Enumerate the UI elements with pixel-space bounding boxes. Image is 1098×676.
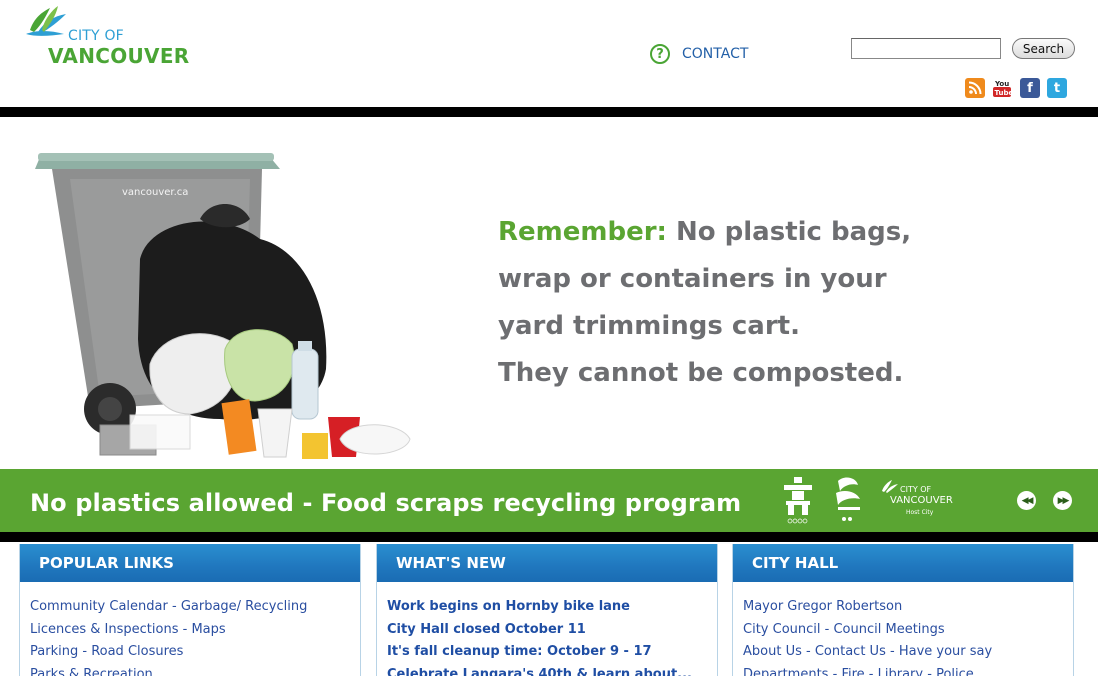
- slide-caption[interactable]: No plastics allowed - Food scraps recycl…: [30, 489, 741, 517]
- cart-and-plastics-image: vancouver.ca: [35, 153, 411, 459]
- banner-divider: [0, 532, 1098, 542]
- whats-new-heading: WHAT'S NEW: [377, 544, 717, 582]
- news-item[interactable]: Work begins on Hornby bike lane: [387, 599, 630, 614]
- link-about-us[interactable]: About Us: [743, 644, 802, 659]
- city-hall-heading: CITY HALL: [733, 544, 1073, 582]
- hero-line2: wrap or containers in your: [498, 264, 887, 294]
- link-parking[interactable]: Parking: [30, 644, 78, 659]
- link-maps[interactable]: Maps: [191, 622, 225, 637]
- link-contact-us[interactable]: Contact Us: [815, 644, 886, 659]
- link-police[interactable]: Police: [936, 667, 974, 676]
- city-of-vancouver-logo[interactable]: CITY OF VANCOUVER: [24, 4, 194, 68]
- news-item[interactable]: It's fall cleanup time: October 9 - 17: [387, 644, 652, 659]
- contact-label: CONTACT: [682, 46, 749, 62]
- host-logo-city-of: CITY OF: [900, 485, 932, 494]
- twitter-icon[interactable]: t: [1047, 78, 1067, 98]
- cart-label: vancouver.ca: [122, 187, 188, 198]
- link-road-closures[interactable]: Road Closures: [91, 644, 183, 659]
- paralympic-logo-icon: [836, 477, 860, 521]
- link-fire[interactable]: Fire: [841, 667, 864, 676]
- logo-vancouver-text: VANCOUVER: [48, 44, 190, 68]
- link-council-meetings[interactable]: Council Meetings: [833, 622, 944, 637]
- contact-help-icon: ?: [650, 44, 670, 64]
- link-departments[interactable]: Departments: [743, 667, 828, 676]
- facebook-icon[interactable]: f: [1020, 78, 1040, 98]
- youtube-icon[interactable]: You Tube: [992, 78, 1012, 98]
- hero-line4: They cannot be composted.: [498, 358, 904, 388]
- next-slide-button[interactable]: ▶▶: [1053, 491, 1072, 510]
- hero-accent: Remember:: [498, 217, 667, 247]
- rss-icon[interactable]: [965, 78, 985, 98]
- search-input[interactable]: [851, 38, 1001, 59]
- contact-link[interactable]: ? CONTACT: [650, 44, 748, 64]
- link-city-council[interactable]: City Council: [743, 622, 821, 637]
- hero-line1: No plastic bags,: [666, 217, 912, 247]
- search-button[interactable]: Search: [1012, 38, 1075, 59]
- news-item[interactable]: Celebrate Langara's 40th & learn about..…: [387, 667, 692, 676]
- link-have-your-say[interactable]: Have your say: [899, 644, 992, 659]
- link-parks-recreation[interactable]: Parks & Recreation: [30, 667, 153, 676]
- link-licences-inspections[interactable]: Licences & Inspections: [30, 622, 178, 637]
- popular-links-heading: POPULAR LINKS: [20, 544, 360, 582]
- hero-line3: yard trimmings cart.: [498, 311, 800, 341]
- link-garbage-recycling[interactable]: Garbage/ Recycling: [181, 599, 308, 614]
- prev-icon: ◀◀: [1021, 495, 1034, 506]
- leaf-mini-icon: [882, 480, 898, 493]
- city-hall-panel: CITY HALL Mayor Gregor Robertson City Co…: [732, 544, 1074, 676]
- svg-text:Tube: Tube: [995, 89, 1013, 97]
- header-divider: [0, 107, 1098, 117]
- city-of-vancouver-host-logo: CITY OF VANCOUVER Host City: [880, 479, 960, 523]
- next-icon: ▶▶: [1057, 495, 1070, 506]
- prev-slide-button[interactable]: ◀◀: [1017, 491, 1036, 510]
- link-library[interactable]: Library: [878, 667, 923, 676]
- slide-caption-banner: No plastics allowed - Food scraps recycl…: [0, 469, 1098, 532]
- host-logo-vancouver: VANCOUVER: [890, 495, 953, 506]
- link-mayor[interactable]: Mayor Gregor Robertson: [743, 599, 902, 614]
- popular-links-panel: POPULAR LINKS Community Calendar - Garba…: [19, 544, 361, 676]
- olympic-inukshuk-icon: [784, 477, 812, 524]
- logo-city-of-text: CITY OF: [68, 28, 124, 44]
- site-header: CITY OF VANCOUVER ? CONTACT Search You Tu…: [0, 0, 1098, 107]
- hero-slide[interactable]: vancouver.ca Remember: No plastic bags, …: [0, 117, 1098, 469]
- news-item[interactable]: City Hall closed October 11: [387, 622, 586, 637]
- host-logo-host-city: Host City: [906, 509, 934, 516]
- hero-message: Remember: No plastic bags, wrap or conta…: [498, 209, 1058, 397]
- link-community-calendar[interactable]: Community Calendar: [30, 599, 168, 614]
- svg-text:You: You: [994, 80, 1009, 88]
- whats-new-panel: WHAT'S NEW Work begins on Hornby bike la…: [376, 544, 718, 676]
